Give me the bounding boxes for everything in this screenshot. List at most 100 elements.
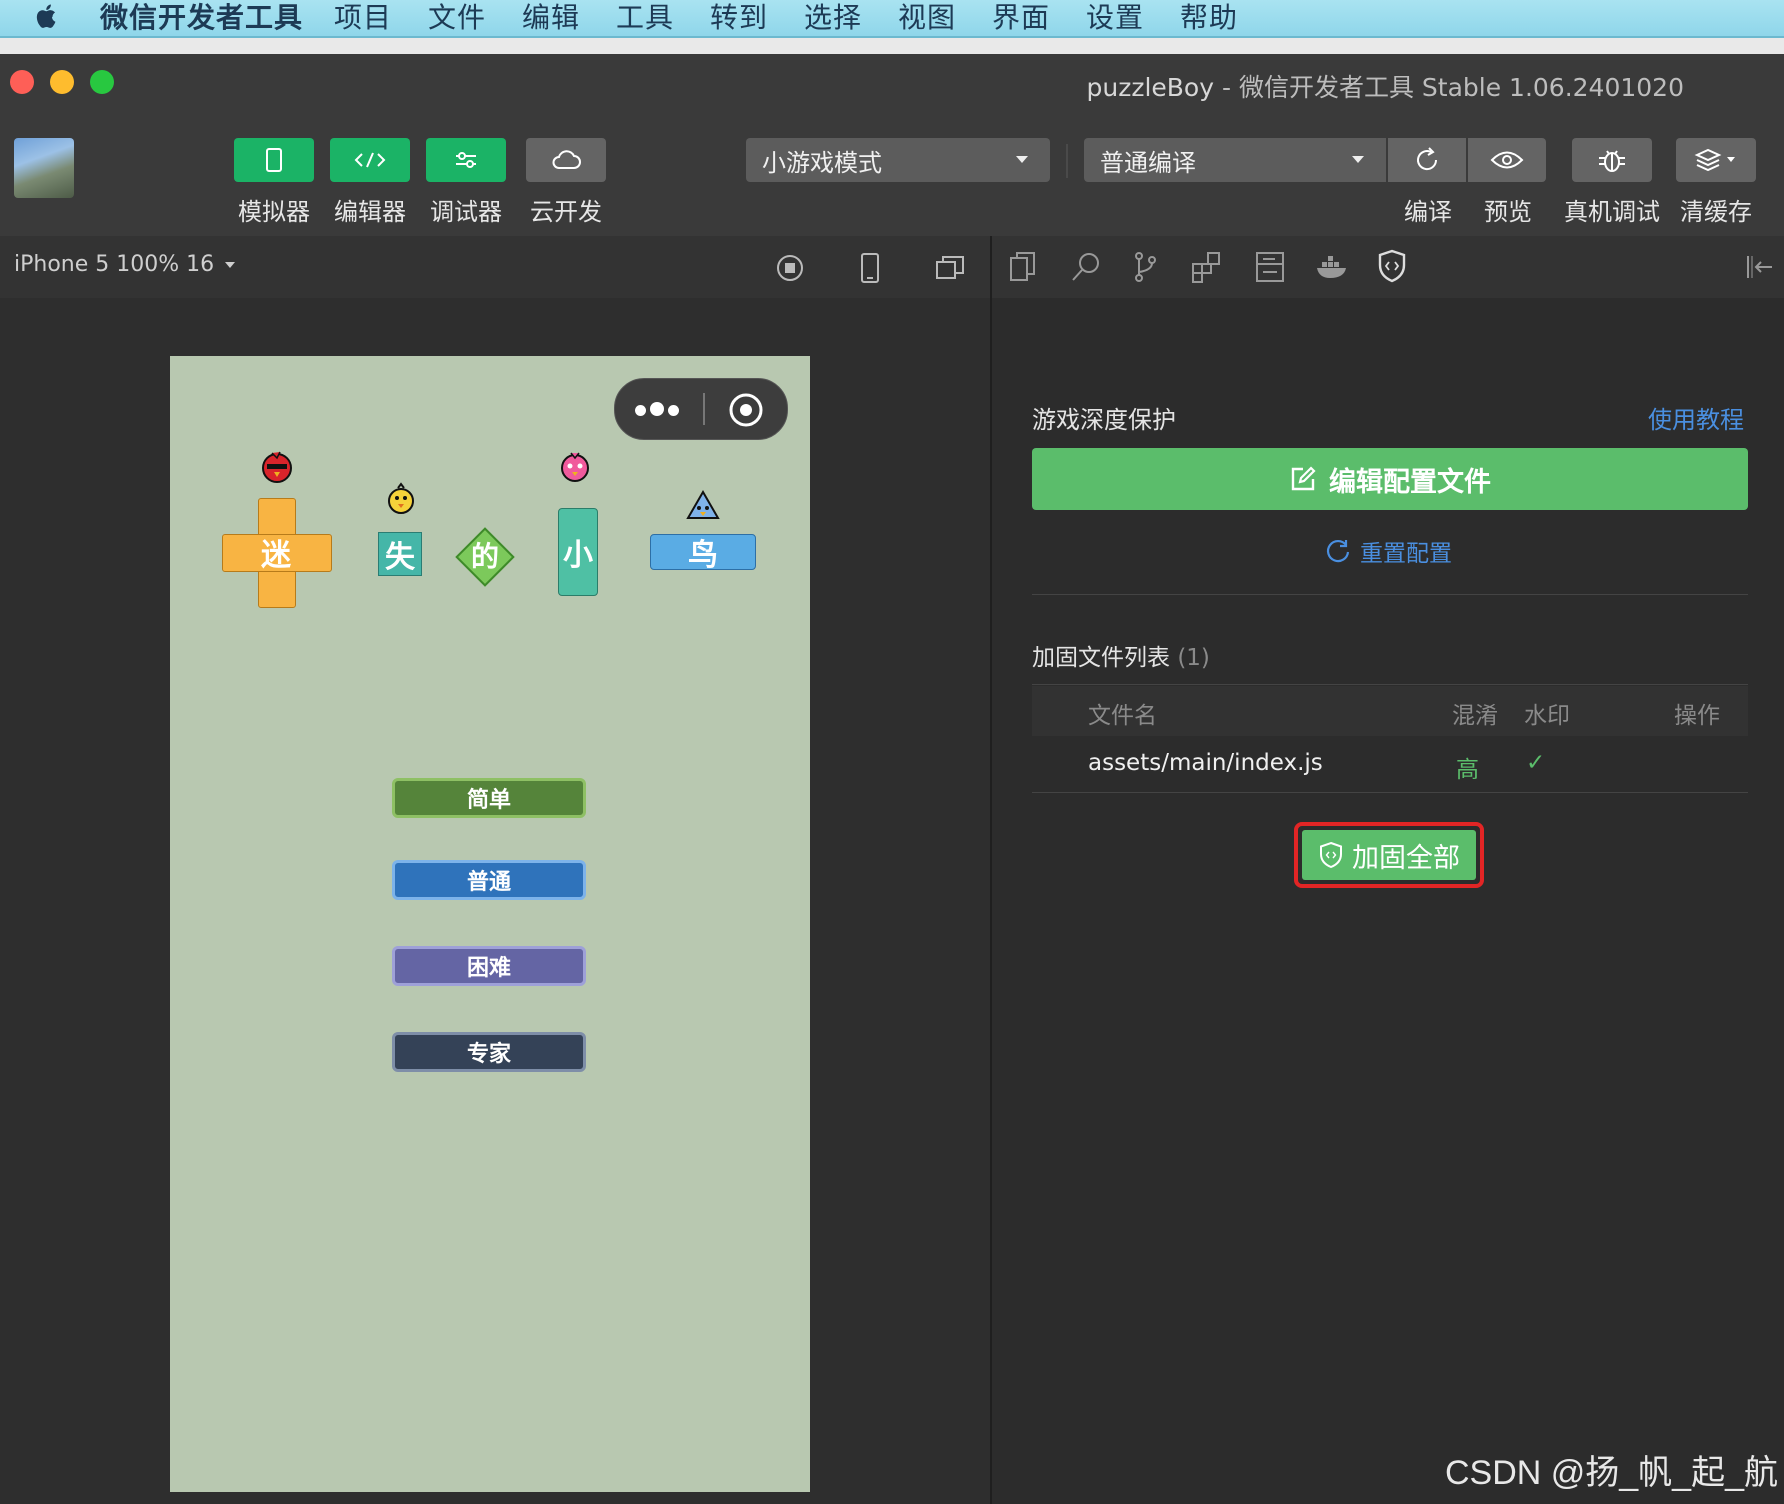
phone-icon	[266, 148, 282, 172]
reset-config-link[interactable]: 重置配置	[992, 530, 1784, 572]
minimize-window-button[interactable]	[50, 70, 74, 94]
expert-button[interactable]: 专家	[392, 1032, 586, 1072]
close-miniprogram-icon[interactable]	[727, 391, 765, 429]
stop-icon[interactable]	[774, 252, 806, 284]
window-title: puzzleBoy - 微信开发者工具 Stable 1.06.2401020	[1087, 68, 1685, 104]
compile-mode-select[interactable]: 普通编译	[1084, 138, 1386, 182]
remote-debug-label: 真机调试	[1564, 198, 1660, 226]
bug-icon	[1599, 150, 1625, 172]
obfuscate-level: 高	[1456, 757, 1479, 783]
chevron-down-icon	[1016, 156, 1028, 163]
menu-file[interactable]: 文件	[428, 0, 486, 36]
debugger-label: 调试器	[430, 198, 502, 226]
column-action: 操作	[1674, 703, 1720, 729]
device-select-value: iPhone 5 100% 16	[14, 252, 215, 277]
cloud-dev-button[interactable]	[526, 138, 606, 182]
extensions-icon[interactable]	[1190, 250, 1224, 284]
section-title: 游戏深度保护	[1032, 406, 1176, 434]
chevron-down-icon	[1352, 156, 1364, 163]
title-separator: -	[1214, 73, 1239, 102]
search-icon[interactable]	[1070, 250, 1102, 284]
layers-icon	[1694, 148, 1735, 172]
panel-tab-bar	[992, 236, 1784, 299]
hard-button[interactable]: 困难	[392, 946, 586, 986]
avatar[interactable]	[14, 138, 74, 198]
close-window-button[interactable]	[10, 70, 34, 94]
normal-button[interactable]: 普通	[392, 860, 586, 900]
table-divider	[1032, 684, 1748, 685]
preview-button[interactable]	[1468, 138, 1546, 182]
capsule-divider	[703, 393, 705, 425]
apple-icon[interactable]	[32, 2, 58, 30]
preview-label: 预览	[1484, 198, 1532, 226]
blue-bird-icon	[686, 489, 720, 519]
harden-all-button[interactable]: 加固全部	[1302, 830, 1476, 880]
menu-view[interactable]: 视图	[898, 0, 956, 36]
csdn-watermark: CSDN @扬_帆_起_航	[1444, 1454, 1778, 1492]
easy-button[interactable]: 简单	[392, 778, 586, 818]
title-char-1: 迷	[261, 538, 291, 573]
list-title-text: 加固文件列表	[1032, 645, 1170, 671]
menubar-separator	[0, 38, 1784, 54]
editor-toggle-button[interactable]	[330, 138, 410, 182]
title-char-4: 小	[558, 508, 598, 596]
simulator-label: 模拟器	[238, 198, 310, 226]
section-divider	[1032, 594, 1748, 595]
window-titlebar: puzzleBoy - 微信开发者工具 Stable 1.06.2401020	[0, 54, 1784, 116]
cloud-dev-label: 云开发	[530, 198, 602, 226]
remote-debug-button[interactable]	[1572, 138, 1652, 182]
menu-select[interactable]: 选择	[804, 0, 862, 36]
eye-icon	[1490, 151, 1524, 169]
menu-app-name[interactable]: 微信开发者工具	[100, 0, 303, 36]
device-select[interactable]: iPhone 5 100% 16	[14, 252, 236, 277]
reset-icon	[1326, 539, 1350, 563]
menu-goto[interactable]: 转到	[710, 0, 768, 36]
simulator-bar: iPhone 5 100% 16	[0, 236, 990, 299]
protection-panel: 游戏深度保护 使用教程 编辑配置文件 重置配置 加固文件列表 (1) 文件名 混…	[992, 298, 1784, 1504]
zoom-window-button[interactable]	[90, 70, 114, 94]
main-toolbar: 模拟器 编辑器 调试器 云开发 小游戏模式 普通编译 编译 预览 真机调试 清缓…	[0, 116, 1784, 236]
table-header: 文件名 混淆 水印 操作	[1032, 686, 1748, 736]
chevron-down-icon	[225, 262, 236, 268]
column-obfuscate: 混淆	[1452, 703, 1498, 729]
menu-tools[interactable]: 工具	[616, 0, 674, 36]
toolbar-divider	[1066, 144, 1068, 178]
menu-interface[interactable]: 界面	[992, 0, 1050, 36]
clear-cache-label: 清缓存	[1680, 198, 1752, 226]
pink-bird-icon	[561, 452, 589, 482]
harden-all-label: 加固全部	[1352, 842, 1460, 874]
phone-icon[interactable]	[856, 252, 884, 284]
mode-select[interactable]: 小游戏模式	[746, 138, 1050, 182]
simulator-toggle-button[interactable]	[234, 138, 314, 182]
debugger-toggle-button[interactable]	[426, 138, 506, 182]
code-icon	[354, 152, 386, 168]
list-title: 加固文件列表 (1)	[1032, 638, 1210, 672]
files-icon[interactable]	[1008, 250, 1038, 284]
menu-help[interactable]: 帮助	[1180, 0, 1238, 36]
column-watermark: 水印	[1524, 703, 1570, 729]
mode-select-value: 小游戏模式	[762, 148, 882, 177]
window-pop-icon[interactable]	[934, 252, 966, 284]
menu-edit[interactable]: 编辑	[522, 0, 580, 36]
git-branch-icon[interactable]	[1130, 250, 1160, 284]
menu-project[interactable]: 项目	[334, 0, 392, 36]
docker-icon[interactable]	[1314, 250, 1352, 284]
collapse-panel-icon[interactable]	[1744, 252, 1774, 282]
compile-mode-value: 普通编译	[1100, 148, 1196, 177]
tutorial-link[interactable]: 使用教程	[1648, 400, 1744, 435]
title-tile-mi: 迷	[222, 498, 332, 608]
storage-icon[interactable]	[1254, 250, 1286, 284]
shield-icon[interactable]	[1376, 248, 1408, 284]
edit-config-button[interactable]: 编辑配置文件	[1032, 448, 1748, 510]
edit-icon	[1291, 466, 1316, 491]
compile-button[interactable]	[1388, 138, 1466, 182]
menu-settings[interactable]: 设置	[1086, 0, 1144, 36]
game-screen[interactable]: 迷 失 的 小 鸟 简单 普通 困难 专家	[170, 356, 810, 1492]
more-icon[interactable]	[635, 401, 679, 420]
title-char-3: 的	[470, 540, 499, 573]
project-name: puzzleBoy	[1086, 73, 1215, 102]
row-divider	[1032, 792, 1748, 793]
shield-icon	[1320, 841, 1342, 869]
table-row[interactable]: assets/main/index.js 高 ✓	[1032, 738, 1748, 792]
clear-cache-button[interactable]	[1676, 138, 1756, 182]
